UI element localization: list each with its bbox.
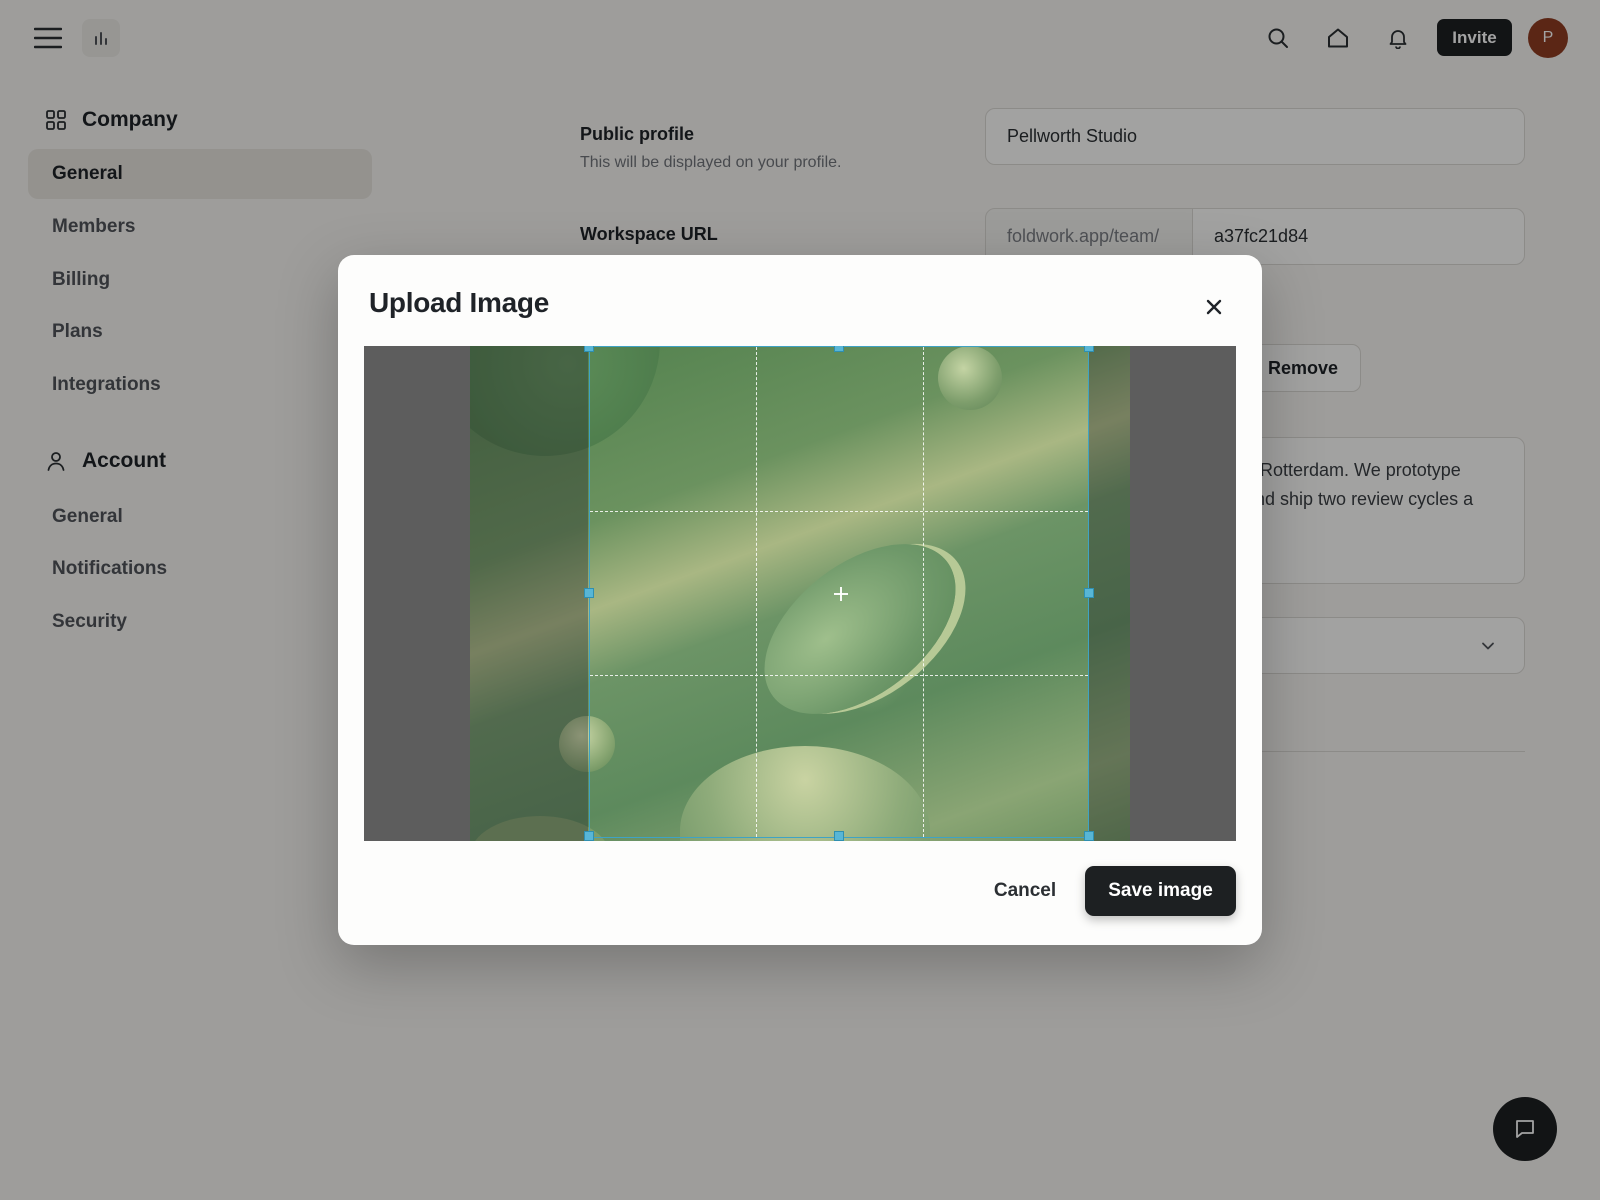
upload-image-dialog: Upload Image Cancel Save image <box>338 255 1262 945</box>
crop-grid-line <box>590 675 1088 676</box>
crop-handle-top[interactable] <box>834 346 844 352</box>
crop-handle-top-left[interactable] <box>584 346 594 352</box>
save-image-button[interactable]: Save image <box>1085 866 1236 916</box>
crop-handle-bottom-left[interactable] <box>584 831 594 841</box>
cancel-button[interactable]: Cancel <box>975 866 1075 916</box>
crop-grid-line <box>756 347 757 837</box>
crop-box[interactable] <box>584 346 1094 841</box>
crop-handle-bottom-right[interactable] <box>1084 831 1094 841</box>
crop-center-crosshair-icon <box>834 587 848 601</box>
crop-grid-line <box>923 347 924 837</box>
crop-handle-right[interactable] <box>1084 588 1094 598</box>
crop-stage <box>364 346 1236 841</box>
crop-handle-top-right[interactable] <box>1084 346 1094 352</box>
crop-handle-bottom[interactable] <box>834 831 844 841</box>
crop-grid-line <box>590 511 1088 512</box>
crop-handle-left[interactable] <box>584 588 594 598</box>
dialog-title: Upload Image <box>369 287 549 318</box>
close-icon[interactable] <box>1198 291 1230 323</box>
